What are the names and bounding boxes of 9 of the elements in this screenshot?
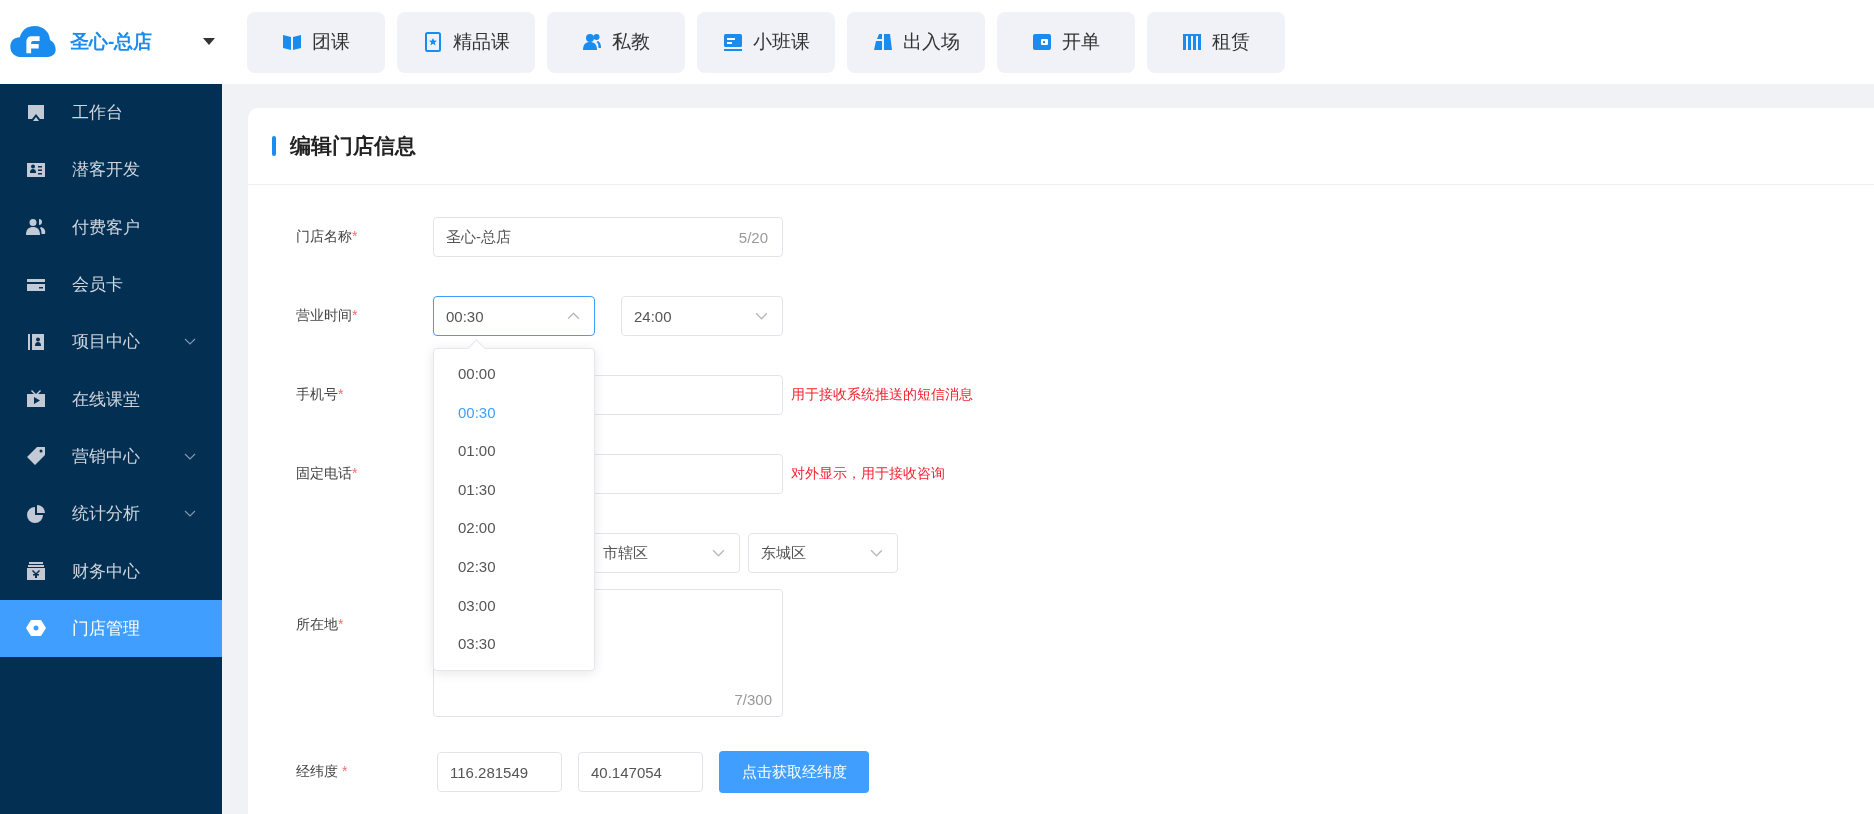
field-label: 所在地* bbox=[296, 616, 345, 634]
field-label: 经纬度 * bbox=[296, 763, 349, 781]
field-label: 手机号* bbox=[296, 386, 345, 404]
field-hint: 用于接收系统推送的短信消息 bbox=[791, 386, 973, 404]
field-label: 营业时间* bbox=[296, 307, 359, 325]
page-title: 编辑门店信息 bbox=[290, 133, 416, 159]
field-label: 门店名称* bbox=[296, 228, 359, 246]
field-hint: 对外显示，用于接收咨询 bbox=[791, 465, 945, 483]
field-label: 固定电话* bbox=[296, 465, 359, 483]
